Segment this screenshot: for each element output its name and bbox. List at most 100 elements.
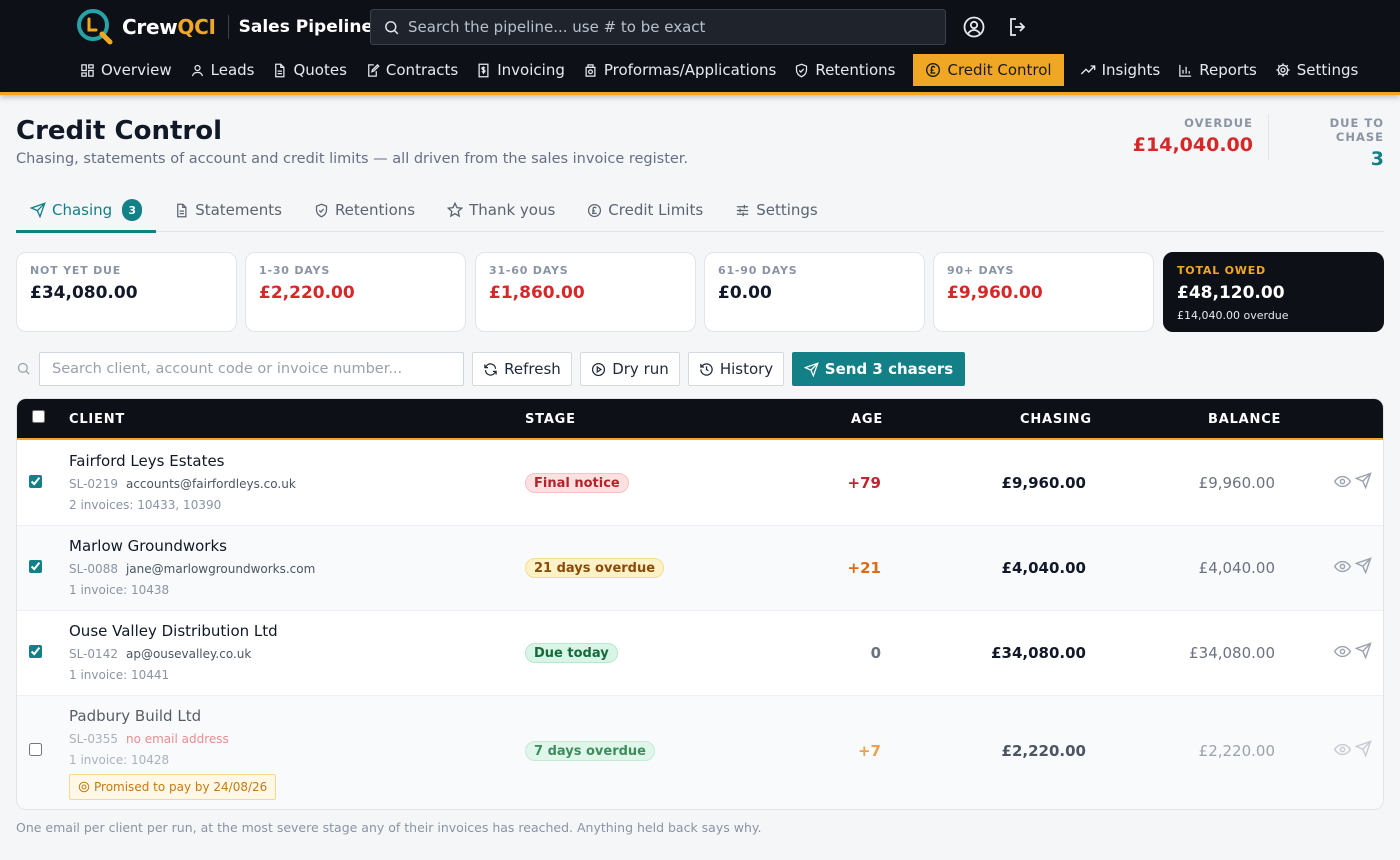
preview-eye-icon[interactable]: [1334, 741, 1351, 758]
column-header-stage[interactable]: STAGE: [525, 412, 576, 427]
nav-reports[interactable]: Reports: [1170, 54, 1265, 86]
chasing-amount: £34,080.00: [991, 644, 1086, 662]
refresh-button[interactable]: Refresh: [472, 352, 572, 386]
nav-label: Retentions: [815, 61, 896, 79]
main-nav: Overview Leads Quotes Contracts Invoicin…: [72, 54, 1368, 86]
tab-thank-yous[interactable]: Thank yous: [433, 188, 569, 232]
nav-label: Insights: [1101, 61, 1161, 79]
nav-label: Quotes: [293, 61, 347, 79]
pound-icon: [926, 63, 941, 77]
send-chaser-icon[interactable]: [1355, 740, 1372, 757]
shield-icon: [315, 203, 328, 217]
column-header-chasing[interactable]: CHASING: [1020, 412, 1092, 427]
contract-icon: [368, 63, 380, 77]
nav-leads[interactable]: Leads: [182, 54, 263, 86]
account-icon[interactable]: [962, 15, 986, 39]
tab-chasing[interactable]: Chasing 3: [16, 188, 157, 233]
button-label: Dry run: [612, 360, 669, 378]
nav-retentions[interactable]: Retentions: [786, 54, 903, 86]
select-all-checkbox[interactable]: [32, 410, 45, 423]
chasing-count-badge: 3: [122, 199, 143, 221]
dry-run-button[interactable]: Dry run: [580, 352, 680, 386]
document-icon: [275, 63, 285, 77]
kpi-divider: [1268, 114, 1269, 160]
nav-insights[interactable]: Insights: [1072, 54, 1169, 86]
client-email: ap@ousevalley.co.uk: [125, 647, 252, 661]
column-header-client[interactable]: CLIENT: [69, 412, 125, 427]
client-email: jane@marlowgroundworks.com: [125, 562, 316, 576]
nav-proformas[interactable]: Proformas/Applications: [575, 54, 784, 86]
stage-badge: 21 days overdue: [525, 558, 665, 578]
preview-eye-icon[interactable]: [1334, 558, 1351, 575]
client-name[interactable]: Padbury Build Ltd: [69, 707, 201, 725]
tab-retentions[interactable]: Retentions: [300, 188, 429, 232]
logout-icon[interactable]: [1006, 15, 1030, 39]
page-title: Credit Control: [16, 116, 223, 146]
client-name[interactable]: Fairford Leys Estates: [69, 452, 225, 470]
nav-invoicing[interactable]: Invoicing: [468, 54, 573, 86]
client-meta: SL-0088 jane@marlowgroundworks.com: [69, 562, 315, 576]
client-name[interactable]: Ouse Valley Distribution Ltd: [69, 622, 278, 640]
balance-amount: £4,040.00: [1198, 559, 1275, 577]
client-meta: SL-0142 ap@ousevalley.co.uk: [69, 647, 251, 661]
client-email-missing: no email address: [125, 732, 229, 746]
sliders-icon: [737, 204, 749, 216]
top-bar: CrewQCI Sales Pipeline Overview Leads Qu…: [0, 0, 1400, 95]
tab-label: Credit Limits: [608, 201, 704, 219]
tab-settings[interactable]: Settings: [721, 188, 832, 232]
client-name[interactable]: Marlow Groundworks: [69, 537, 227, 555]
row-checkbox[interactable]: [29, 743, 42, 756]
table-row[interactable]: Fairford Leys Estates SL-0219 accounts@fa…: [17, 441, 1383, 526]
aging-card-not-yet-due: NOT YET DUE £34,080.00: [16, 252, 237, 332]
preview-eye-icon[interactable]: [1334, 473, 1351, 490]
nav-contracts[interactable]: Contracts: [357, 54, 466, 86]
send-chaser-icon[interactable]: [1355, 642, 1372, 659]
row-checkbox[interactable]: [29, 645, 42, 658]
card-label: 31-60 DAYS: [489, 264, 569, 277]
button-label: Send 3 chasers: [824, 360, 954, 378]
user-icon: [191, 64, 203, 76]
invoice-list: 1 invoice: 10428: [69, 753, 170, 767]
send-chaser-icon[interactable]: [1355, 472, 1372, 489]
refresh-icon: [484, 362, 497, 376]
balance-amount: £2,220.00: [1198, 742, 1275, 760]
overdue-value: £14,040.00: [1132, 134, 1253, 156]
crewqci-logo-icon: [77, 9, 113, 45]
brand-logo[interactable]: CrewQCI Sales Pipeline: [76, 8, 373, 46]
nav-settings[interactable]: Settings: [1267, 54, 1367, 86]
tab-statements[interactable]: Statements: [160, 188, 296, 232]
nav-label: Credit Control: [947, 61, 1052, 79]
row-checkbox[interactable]: [29, 560, 42, 573]
invoice-list: 1 invoice: 10438: [69, 583, 170, 597]
preview-eye-icon[interactable]: [1334, 643, 1351, 660]
footer-note: One email per client per run, at the mos…: [16, 820, 762, 835]
history-button[interactable]: History: [688, 352, 784, 386]
button-label: Refresh: [504, 360, 561, 378]
due-value: 3: [1370, 148, 1384, 170]
proforma-icon: [585, 63, 596, 77]
chasing-amount: £9,960.00: [1001, 474, 1086, 492]
client-search-input[interactable]: [39, 352, 464, 386]
table-header: CLIENT STAGE AGE CHASING BALANCE: [17, 399, 1383, 440]
table-row[interactable]: Marlow Groundworks SL-0088 jane@marlowgro…: [17, 526, 1383, 611]
row-checkbox[interactable]: [29, 475, 42, 488]
play-icon: [592, 362, 606, 376]
card-value: £48,120.00: [1177, 283, 1285, 303]
global-search-input[interactable]: [408, 18, 928, 36]
nav-label: Reports: [1199, 61, 1257, 79]
tab-label: Chasing: [52, 201, 113, 219]
app-name: Sales Pipeline: [238, 17, 374, 37]
nav-overview[interactable]: Overview: [72, 54, 180, 86]
table-row[interactable]: Padbury Build Ltd SL-0355 no email addres…: [17, 696, 1383, 809]
tab-credit-limits[interactable]: Credit Limits: [573, 188, 717, 232]
column-header-balance[interactable]: BALANCE: [1208, 412, 1281, 427]
send-chasers-button[interactable]: Send 3 chasers: [792, 352, 965, 386]
grid-icon: [81, 63, 94, 77]
table-row[interactable]: Ouse Valley Distribution Ltd SL-0142 ap@o…: [17, 611, 1383, 696]
nav-credit-control[interactable]: Credit Control: [913, 54, 1064, 86]
nav-quotes[interactable]: Quotes: [264, 54, 354, 86]
send-chaser-icon[interactable]: [1355, 557, 1372, 574]
due-to-chase-kpi: DUE TO CHASE 3: [1284, 116, 1384, 170]
column-header-age[interactable]: AGE: [851, 412, 883, 427]
card-value: £2,220.00: [259, 283, 355, 303]
